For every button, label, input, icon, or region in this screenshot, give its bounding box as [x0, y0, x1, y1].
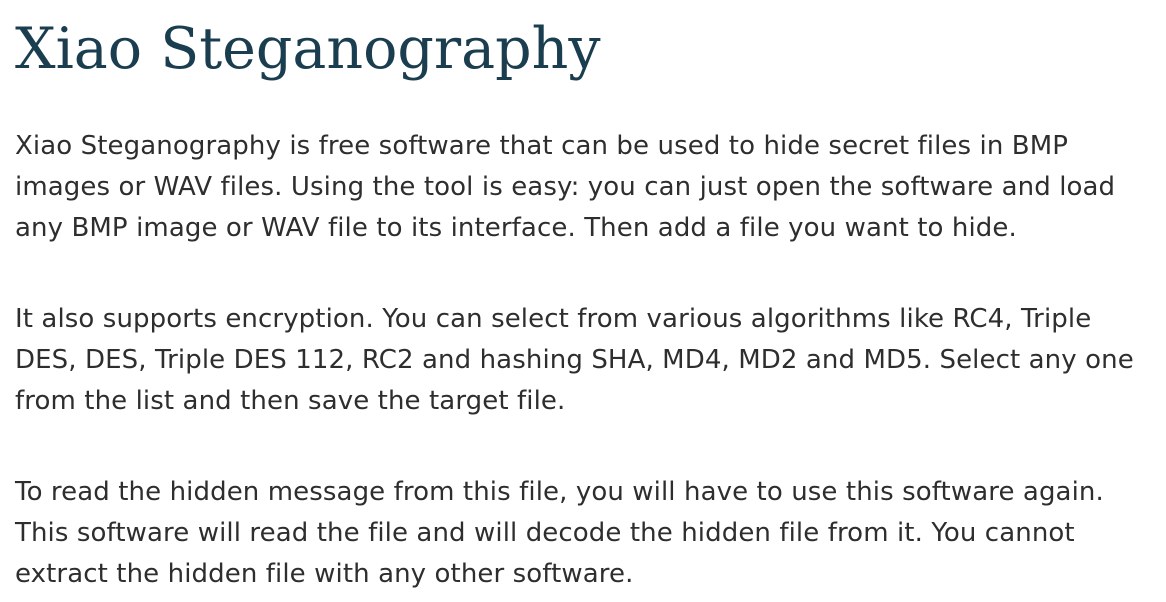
paragraph-intro: Xiao Steganography is free software that…	[15, 131, 1116, 243]
paragraph-decoding: To read the hidden message from this fil…	[15, 477, 1104, 589]
page-title: Xiao Steganography	[15, 16, 601, 82]
article: Xiao Steganography Xiao Steganography is…	[15, 0, 1155, 595]
paragraph-encryption: It also supports encryption. You can sel…	[15, 304, 1134, 416]
